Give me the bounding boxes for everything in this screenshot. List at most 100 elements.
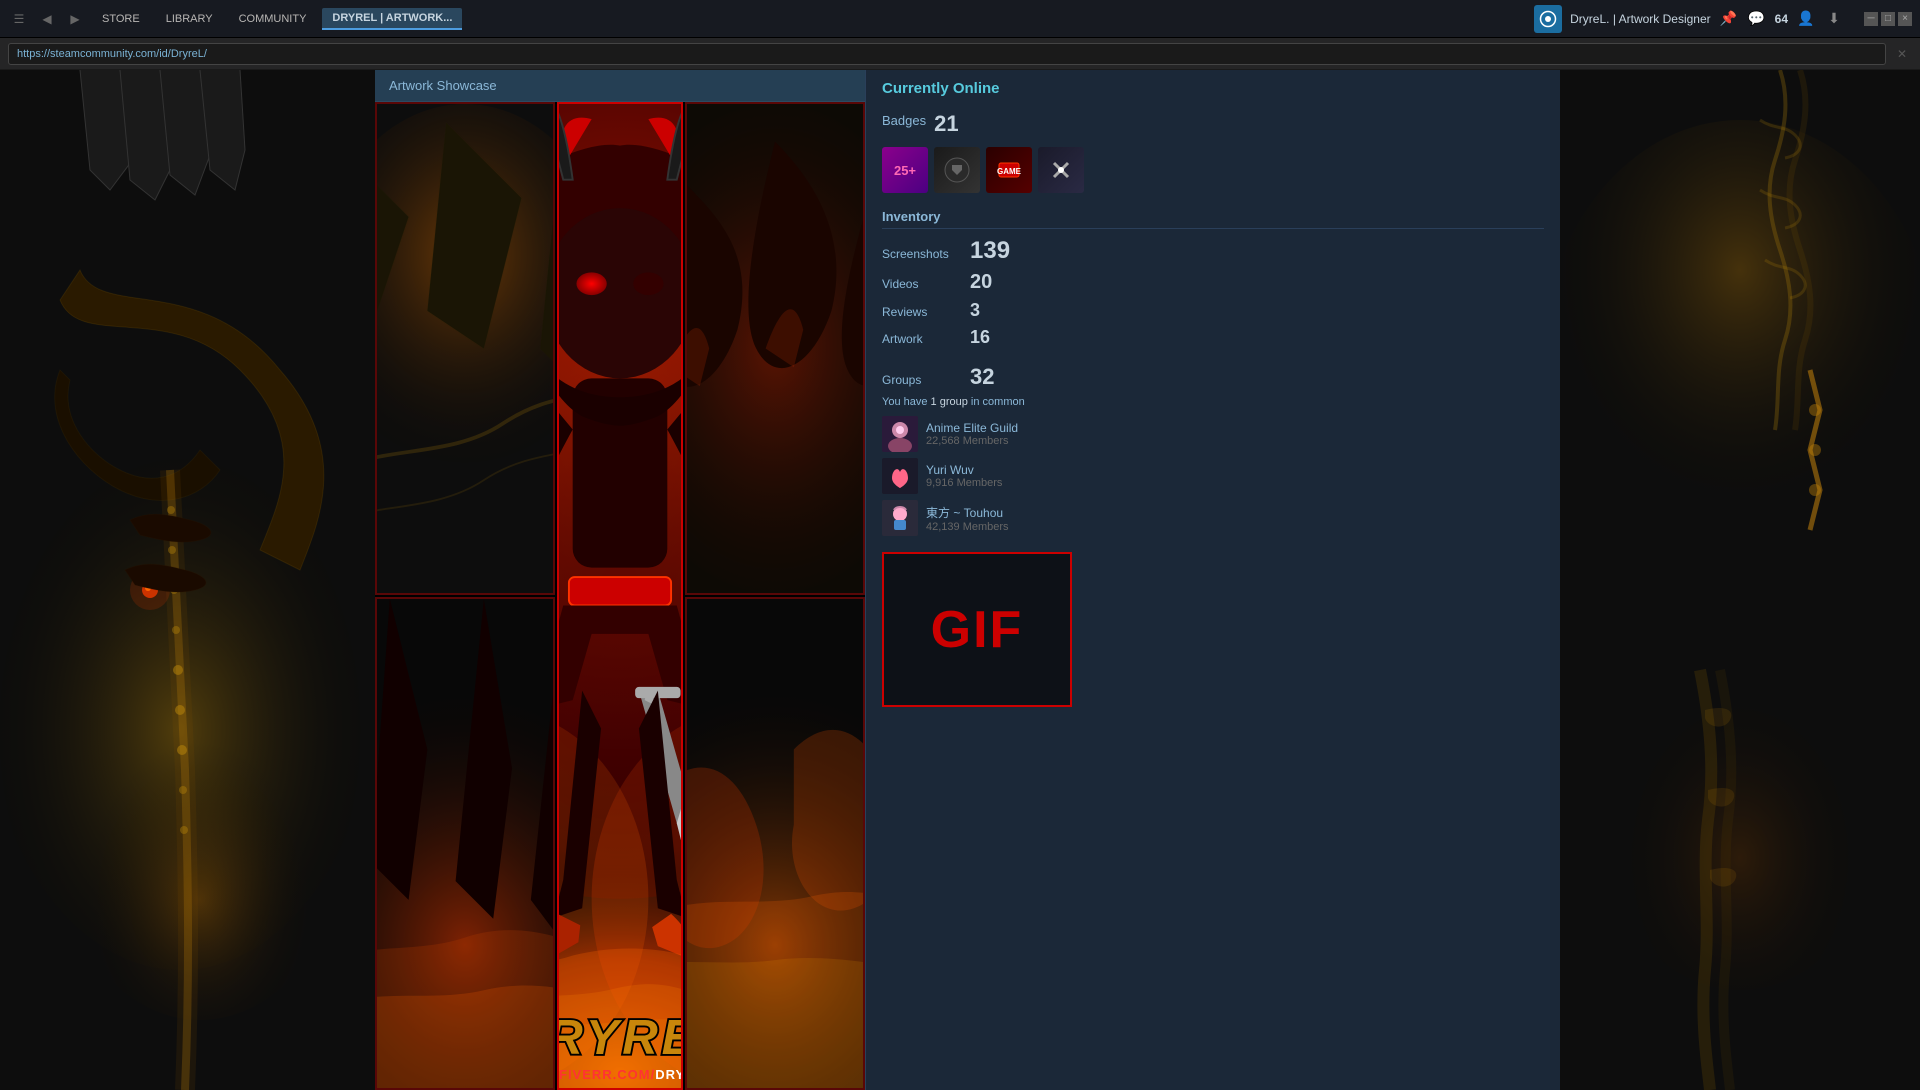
badge-25-icon: 25+ [882, 147, 928, 193]
browser-chrome: ☰ ◀ ▶ STORE LIBRARY COMMUNITY DRYREL | A… [0, 0, 1920, 70]
artwork-main-svg: DRYREL [559, 104, 681, 1088]
artwork-cell-bottom-right [685, 597, 865, 1090]
minimize-btn[interactable]: ─ [1864, 12, 1878, 26]
group-avatar-touhou [882, 500, 918, 536]
far-right-svg [1560, 70, 1920, 1090]
svg-text:DRYREL: DRYREL [559, 1010, 681, 1065]
hamburger-menu-btn[interactable]: ☰ [8, 8, 30, 30]
reviews-stat: Reviews 3 [882, 300, 1544, 321]
active-tab[interactable]: DRYREL | ARTWORK... [322, 8, 462, 30]
group-info-yuri: Yuri Wuv 9,916 Members [926, 463, 1002, 489]
forward-btn[interactable]: ▶ [64, 8, 86, 30]
group-avatar-touhou-svg [882, 500, 918, 536]
right-sidebar: Currently Online Badges 21 25+ [865, 70, 1560, 1090]
badges-label: Badges [882, 113, 926, 128]
groups-count: 32 [970, 364, 994, 390]
groups-common-count-val: 1 group [931, 396, 968, 408]
badge-4-icon [1038, 147, 1084, 193]
group-item-anime-elite[interactable]: Anime Elite Guild 22,568 Members [882, 416, 1544, 452]
badges-row: 25+ GAME [882, 147, 1544, 193]
artwork-br-svg [687, 599, 863, 1088]
reviews-label: Reviews [882, 305, 962, 319]
badge-2-icon [934, 147, 980, 193]
groups-common-text: You have 1 group in common [882, 396, 1544, 408]
user-account-icon: 👤 [1796, 9, 1816, 29]
group-item-touhou[interactable]: 東方 ~ Touhou 42,139 Members [882, 500, 1544, 536]
main-content: Artwork Showcase [0, 70, 1920, 1090]
group-members-anime-elite: 22,568 Members [926, 435, 1018, 447]
groups-common-suffix-val: in common [971, 396, 1025, 408]
group-info-touhou: 東方 ~ Touhou 42,139 Members [926, 504, 1009, 533]
center-area: Artwork Showcase [375, 70, 865, 1090]
download-icon: ⬇ [1824, 9, 1844, 29]
group-name-yuri: Yuri Wuv [926, 463, 1002, 477]
community-nav-item[interactable]: COMMUNITY [229, 9, 317, 29]
reviews-value: 3 [970, 300, 980, 321]
groups-label: Groups [882, 373, 962, 387]
videos-value: 20 [970, 271, 992, 294]
steam-nav-bar: ☰ ◀ ▶ STORE LIBRARY COMMUNITY DRYREL | A… [0, 0, 1920, 38]
far-right-art-content [1560, 70, 1920, 1090]
top-right-controls: DryreL. | Artwork Designer 📌 💬 64 👤 ⬇ ─ … [1534, 5, 1912, 33]
screenshots-stat: Screenshots 139 [882, 237, 1544, 265]
groups-header: Groups 32 [882, 364, 1544, 390]
store-nav-item[interactable]: STORE [92, 9, 150, 29]
maximize-btn[interactable]: □ [1881, 12, 1895, 26]
inventory-section: Inventory Screenshots 139 Videos 20 Revi… [882, 209, 1544, 348]
groups-section: Groups 32 You have 1 group in common [882, 364, 1544, 536]
window-controls: ─ □ × [1864, 12, 1912, 26]
group-avatar-yuri-svg [882, 458, 918, 494]
address-bar-row: https://steamcommunity.com/id/DryreL/ ✕ [0, 38, 1920, 70]
back-btn[interactable]: ◀ [36, 8, 58, 30]
artwork-label: Artwork [882, 332, 962, 346]
svg-text:GAME: GAME [997, 167, 1022, 176]
group-members-yuri: 9,916 Members [926, 477, 1002, 489]
badge-count-display: 64 [1775, 12, 1788, 26]
screenshots-label: Screenshots [882, 247, 962, 261]
user-display-name: DryreL. | Artwork Designer [1570, 12, 1711, 26]
badge-2-svg [942, 155, 972, 185]
group-avatar-anime-elite [882, 416, 918, 452]
inventory-title: Inventory [882, 209, 1544, 229]
badge-3-svg: GAME [994, 155, 1024, 185]
online-status: Currently Online [882, 80, 1544, 97]
artwork-cell-bottom-left [375, 597, 555, 1090]
left-background-art [0, 70, 375, 1090]
artwork-cell-main: DRYREL FIVERR.COM/DRYREL [557, 102, 683, 1090]
artwork-cell-top-right [685, 102, 865, 595]
chat-icon: 💬 [1747, 9, 1767, 29]
screenshots-value: 139 [970, 237, 1010, 265]
group-item-yuri[interactable]: Yuri Wuv 9,916 Members [882, 458, 1544, 494]
artwork-bl-svg [377, 599, 553, 1088]
videos-stat: Videos 20 [882, 271, 1544, 294]
bookmark-icon: ✕ [1892, 44, 1912, 64]
groups-common-prefix: You have [882, 396, 927, 408]
gif-box: GIF [882, 552, 1072, 707]
steam-logo-btn[interactable] [1534, 5, 1562, 33]
group-avatar-yuri [882, 458, 918, 494]
artwork-stat: Artwork 16 [882, 327, 1544, 348]
artwork-grid: DRYREL FIVERR.COM/DRYREL [375, 102, 865, 1090]
library-nav-item[interactable]: LIBRARY [156, 9, 223, 29]
group-members-touhou: 42,139 Members [926, 521, 1009, 533]
group-info-anime-elite: Anime Elite Guild 22,568 Members [926, 421, 1018, 447]
close-btn[interactable]: × [1898, 12, 1912, 26]
dragon-art-left [0, 70, 375, 1090]
artwork-cell-top-left [375, 102, 555, 595]
badge-25-label: 25+ [894, 163, 916, 178]
artwork-tr-svg [687, 104, 863, 593]
group-avatar-anime-elite-svg [882, 416, 918, 452]
dragon-svg-left [0, 70, 375, 1090]
showcase-title: Artwork Showcase [389, 78, 497, 93]
artwork-tl-svg [377, 104, 553, 593]
pin-icon: 📌 [1719, 9, 1739, 29]
artwork-value: 16 [970, 327, 990, 348]
showcase-header: Artwork Showcase [375, 70, 865, 102]
badges-section: Badges 21 25+ [882, 111, 1544, 193]
group-name-touhou: 東方 ~ Touhou [926, 504, 1009, 521]
group-name-anime-elite: Anime Elite Guild [926, 421, 1018, 435]
badge-3-icon: GAME [986, 147, 1032, 193]
address-bar[interactable]: https://steamcommunity.com/id/DryreL/ [8, 43, 1886, 65]
badges-count: 21 [934, 111, 958, 137]
videos-label: Videos [882, 277, 962, 291]
